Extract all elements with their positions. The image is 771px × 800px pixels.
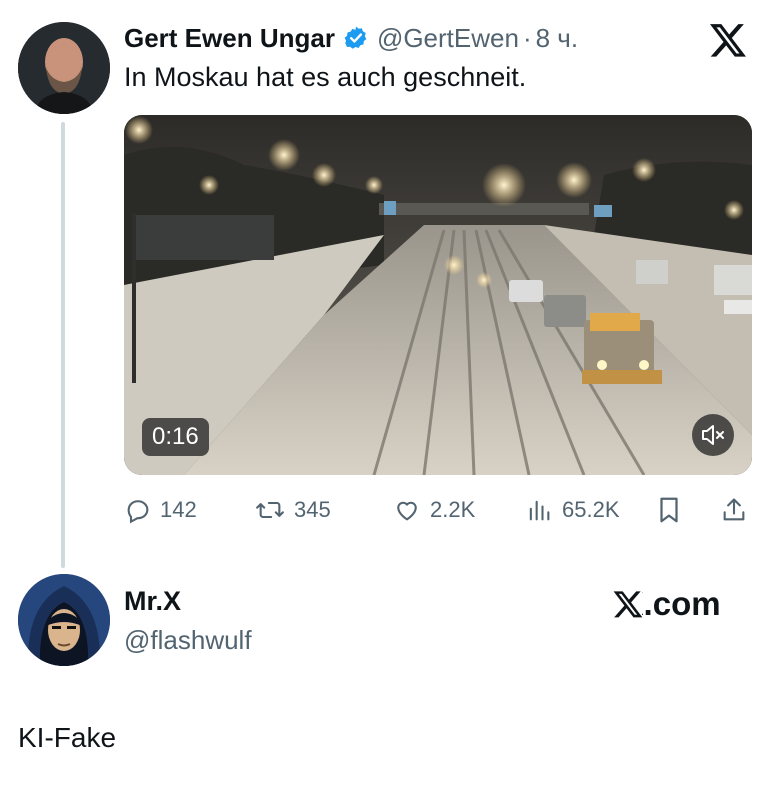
x-logo-icon[interactable]	[708, 20, 748, 60]
reply-author-handle[interactable]: @flashwulf	[124, 625, 252, 656]
repost-icon	[256, 501, 284, 519]
repost-action[interactable]: 345	[254, 490, 331, 530]
mute-button[interactable]	[692, 414, 734, 456]
views-chart-icon	[529, 500, 550, 521]
x-com-brand: X.com	[612, 584, 721, 624]
brand-text: X.com	[642, 585, 721, 622]
avatar-photo	[18, 22, 110, 114]
verified-badge-icon	[344, 26, 367, 49]
like-action[interactable]: 2.2K	[392, 490, 475, 530]
x-logo-icon	[613, 591, 643, 618]
reply-count: 142	[160, 497, 197, 522]
share-icon	[723, 498, 745, 521]
reply-author-name[interactable]: Mr.X	[124, 586, 181, 617]
reply-action[interactable]: 142	[124, 490, 197, 530]
video-player[interactable]	[124, 115, 752, 475]
like-count: 2.2K	[430, 497, 476, 522]
thread-line	[61, 122, 65, 568]
share-action[interactable]	[720, 490, 756, 530]
bookmark-icon	[660, 497, 678, 523]
tweet-text: In Moskau hat es auch geschneit.	[124, 62, 527, 92]
tweet-time[interactable]: 8 ч.	[536, 23, 578, 54]
speaker-muted-icon	[702, 425, 724, 445]
tweet-actions: 142 345 2.2K 65.2K	[124, 490, 752, 530]
video-duration: 0:16	[142, 418, 209, 456]
author-name[interactable]: Gert Ewen Ungar	[124, 23, 335, 54]
heart-icon	[397, 501, 417, 521]
reply-icon	[127, 500, 149, 524]
reply-text: KI-Fake	[18, 722, 117, 753]
views-count: 65.2K	[562, 497, 620, 522]
repost-count: 345	[294, 497, 331, 522]
author-handle[interactable]: @GertEwen	[377, 23, 519, 54]
author-avatar[interactable]	[18, 22, 110, 114]
reply-author-avatar[interactable]	[18, 574, 110, 666]
tweet-header: Gert Ewen Ungar @GertEwen · 8 ч.	[124, 20, 578, 56]
video-frame	[124, 115, 752, 475]
views-action[interactable]: 65.2K	[524, 490, 620, 530]
hooded-avatar-image	[18, 574, 110, 666]
meta-separator: ·	[522, 22, 532, 53]
bookmark-action[interactable]	[656, 490, 690, 530]
